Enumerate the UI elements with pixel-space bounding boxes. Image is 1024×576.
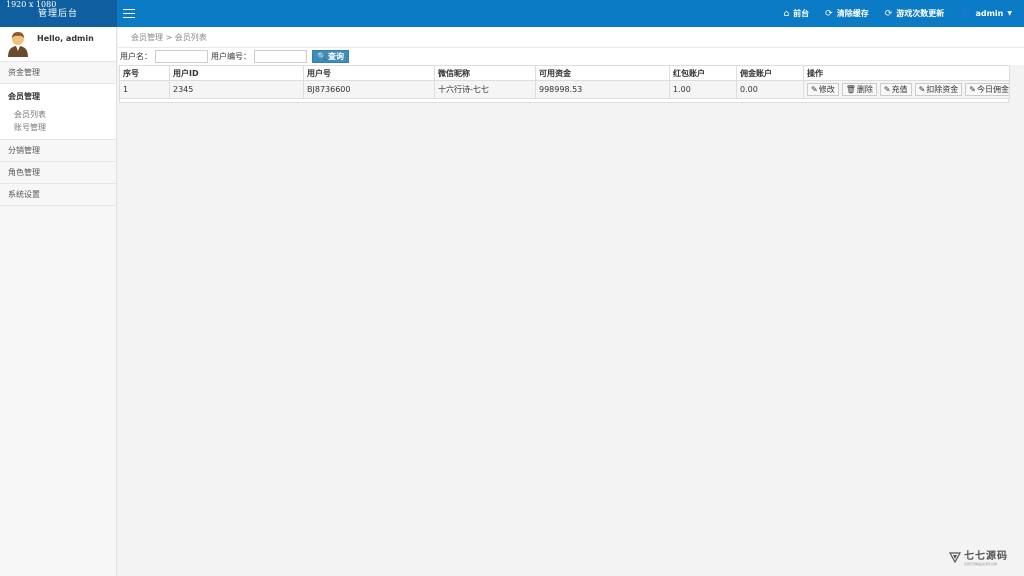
cell-nickname: 十六行诗-七七: [434, 80, 536, 99]
deduct-funds-button[interactable]: ✎ 扣除资金: [914, 83, 963, 96]
watermark-logo-icon: [949, 551, 961, 563]
deduct-funds-label: 扣除资金: [926, 85, 959, 94]
sidebar-item-account-manage[interactable]: 账号管理: [8, 121, 108, 134]
logo-title: 管理后台: [38, 9, 79, 19]
recharge-label: 充值: [891, 85, 908, 94]
top-nav: ⌂ 前台 ⟳ 清除缓存 ⟳ 游戏次数更新 👤 admin ▼: [783, 0, 1012, 27]
nav-clear-cache[interactable]: ⟳ 清除缓存: [825, 8, 869, 19]
delete-button[interactable]: 🗑 删除: [841, 83, 877, 96]
refresh-icon: ⟳: [825, 8, 833, 19]
sidebar-group-distribution[interactable]: 分销管理: [0, 140, 116, 162]
nav-user-menu[interactable]: 👤 admin ▼: [960, 9, 1012, 19]
search-bar: 用户名： 用户编号： 🔍 查询: [118, 48, 1024, 65]
edit-label: 修改: [818, 85, 835, 94]
cell-commission: 0.00: [736, 80, 804, 99]
col-red-packet: 红包账户: [669, 65, 737, 81]
pencil-icon: ✎: [918, 85, 926, 94]
col-user-no: 用户号: [303, 65, 435, 81]
trash-icon: 🗑: [845, 85, 856, 94]
delete-label: 删除: [856, 85, 873, 94]
menu-toggle-icon[interactable]: [123, 9, 135, 18]
nav-home-label: 前台: [793, 9, 810, 18]
table-footer: [119, 99, 1009, 103]
breadcrumb: 会员管理 > 会员列表: [118, 27, 1024, 48]
cell-index: 1: [119, 80, 170, 99]
today-commission-label: 今日佣金: [976, 85, 1009, 94]
logo-resolution: 1920 x 1080: [6, 0, 57, 9]
sidebar-group-members: 会员管理 会员列表 账号管理: [0, 84, 116, 140]
member-table: 序号 用户ID 用户号 微信昵称 可用资金 红包账户 佣金账户 操作 1 234…: [119, 65, 1010, 99]
caret-down-icon: ▼: [1007, 10, 1012, 17]
recharge-button[interactable]: ✎ 充值: [879, 83, 912, 96]
sidebar-group-roles[interactable]: 角色管理: [0, 162, 116, 184]
cell-actions: ✎ 修改 🗑 删除 ✎ 充值 ✎ 扣除资金 ✎ 今日佣金: [803, 80, 1010, 99]
cell-user-no: BJ8736600: [303, 80, 435, 99]
sidebar: Hello, admin 资金管理 会员管理 会员列表 账号管理 分销管理 角色…: [0, 27, 117, 576]
user-profile: Hello, admin: [0, 27, 116, 62]
col-balance: 可用资金: [535, 65, 670, 81]
pencil-icon: ✎: [969, 85, 976, 94]
col-user-id: 用户ID: [169, 65, 304, 81]
pencil-icon: ✎: [883, 85, 891, 94]
search-icon: 🔍: [317, 52, 327, 61]
home-icon: ⌂: [783, 8, 790, 19]
today-commission-button[interactable]: ✎ 今日佣金: [965, 83, 1009, 96]
col-nickname: 微信昵称: [434, 65, 536, 81]
top-bar: 1920 x 1080 管理后台 ⌂ 前台 ⟳ 清除缓存 ⟳ 游戏次数更新 👤 …: [0, 0, 1024, 27]
nav-user-label: admin: [975, 9, 1004, 18]
main-content: 会员管理 > 会员列表 用户名： 用户编号： 🔍 查询 序号 用户ID 用户号 …: [118, 27, 1024, 576]
cell-balance: 998998.53: [535, 80, 670, 99]
sidebar-group-funds[interactable]: 资金管理: [0, 62, 116, 84]
greeting: Hello, admin: [37, 34, 94, 43]
search-button[interactable]: 🔍 查询: [312, 50, 349, 63]
watermark: 七七源码 全网开源精品资源平台网: [949, 547, 1008, 566]
edit-button[interactable]: ✎ 修改: [807, 83, 839, 96]
nav-game-update[interactable]: ⟳ 游戏次数更新: [885, 8, 945, 19]
user-icon: 👤: [960, 8, 972, 19]
refresh-icon: ⟳: [884, 8, 893, 19]
sidebar-group-members-title[interactable]: 会员管理: [8, 91, 108, 102]
nav-clear-cache-label: 清除缓存: [836, 9, 869, 18]
userid-label: 用户编号：: [211, 52, 251, 61]
col-actions: 操作: [803, 65, 1010, 81]
username-label: 用户名：: [120, 52, 152, 61]
search-button-label: 查询: [327, 52, 344, 61]
watermark-sub: 全网开源精品资源平台网: [964, 562, 998, 566]
userid-input[interactable]: [254, 50, 307, 63]
username-input[interactable]: [155, 50, 208, 63]
col-index: 序号: [119, 65, 170, 81]
table-header-row: 序号 用户ID 用户号 微信昵称 可用资金 红包账户 佣金账户 操作: [119, 65, 1010, 81]
cell-red-packet: 1.00: [669, 80, 737, 99]
col-commission: 佣金账户: [736, 65, 804, 81]
nav-home[interactable]: ⌂ 前台: [783, 8, 809, 19]
watermark-name: 七七源码: [964, 551, 1008, 562]
nav-game-update-label: 游戏次数更新: [896, 9, 945, 18]
sidebar-group-settings[interactable]: 系统设置: [0, 184, 116, 206]
avatar: [8, 32, 28, 57]
table-row: 1 2345 BJ8736600 十六行诗-七七 998998.53 1.00 …: [119, 80, 1010, 99]
cell-user-id: 2345: [169, 80, 304, 99]
sidebar-item-member-list[interactable]: 会员列表: [8, 108, 108, 121]
pencil-icon: ✎: [811, 85, 818, 94]
logo[interactable]: 1920 x 1080 管理后台: [0, 0, 117, 27]
